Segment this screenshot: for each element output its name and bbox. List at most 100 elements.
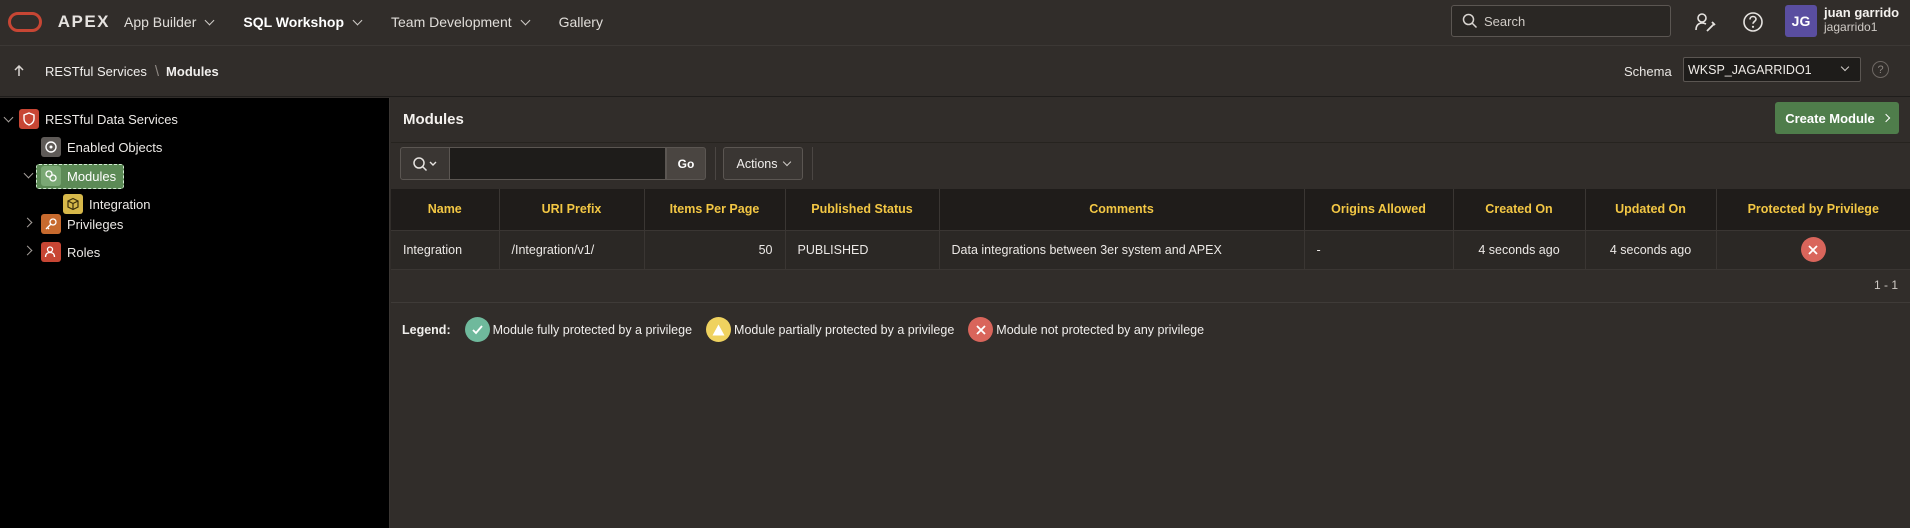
apex-logo[interactable]: APEX [0, 12, 110, 32]
tree-node-modules[interactable]: Modules [41, 164, 116, 188]
nav-team-development-label: Team Development [391, 14, 512, 30]
column-header-comments[interactable]: Comments [939, 189, 1305, 231]
region-title: Modules [403, 111, 464, 128]
column-header-origins-allowed[interactable]: Origins Allowed [1304, 189, 1454, 231]
tree-node-enabled-objects[interactable]: Enabled Objects [41, 135, 162, 159]
table-header-row: Name URI Prefix Items Per Page Published… [391, 189, 1910, 231]
schema-value: WKSP_JAGARRIDO1 [1688, 62, 1812, 77]
tree-node-privileges[interactable]: Privileges [41, 212, 123, 236]
toolbar-divider [715, 147, 716, 180]
user-menu[interactable]: juan garrido jagarrido1 [1824, 5, 1899, 35]
legend-title: Legend: [402, 322, 451, 337]
tree-expand-icon[interactable] [3, 112, 14, 123]
search-column-button[interactable] [400, 147, 450, 180]
breadcrumb-parent[interactable]: RESTful Services [45, 64, 147, 79]
actions-menu-button[interactable]: Actions [723, 147, 803, 180]
tree-label: Modules [67, 168, 117, 184]
avatar[interactable]: JG [1785, 5, 1817, 37]
cell-published-status: PUBLISHED [785, 230, 940, 270]
nav-sql-workshop-label: SQL Workshop [243, 14, 344, 30]
user-username: jagarrido1 [1824, 20, 1878, 34]
table-row: Integration /Integration/v1/ 50 PUBLISHE… [391, 230, 1910, 270]
column-header-created-on[interactable]: Created On [1453, 189, 1586, 231]
column-header-updated-on[interactable]: Updated On [1585, 189, 1717, 231]
legend-partial-label: Module partially protected by a privileg… [734, 322, 955, 337]
divider [391, 302, 1910, 303]
report-search-input[interactable] [450, 147, 666, 180]
chevron-down-icon [352, 15, 363, 25]
modules-table: Name URI Prefix Items Per Page Published… [391, 189, 1910, 270]
close-icon [968, 317, 994, 342]
tree-collapse-icon[interactable] [22, 217, 33, 228]
cube-icon [63, 194, 83, 214]
tree-label: Privileges [67, 216, 124, 232]
search-icon [413, 156, 437, 171]
chevron-down-icon [782, 157, 791, 167]
go-button[interactable]: Go [666, 147, 706, 180]
tree-collapse-icon[interactable] [22, 245, 33, 256]
column-header-published-status[interactable]: Published Status [785, 189, 940, 231]
modules-icon [41, 166, 61, 186]
user-role-icon [41, 242, 61, 262]
column-header-uri-prefix[interactable]: URI Prefix [499, 189, 645, 231]
nav-gallery[interactable]: Gallery [559, 14, 603, 30]
legend: Legend: Module fully protected by a priv… [402, 317, 1218, 342]
cell-origins-allowed: - [1304, 230, 1454, 270]
tree-label: Roles [67, 244, 101, 260]
module-name-link[interactable]: Integration [391, 230, 500, 270]
not-protected-icon [1800, 237, 1826, 262]
key-icon [41, 214, 61, 234]
cell-comments: Data integrations between 3er system and… [939, 230, 1305, 270]
legend-item-partial: Module partially protected by a privileg… [706, 317, 954, 342]
modules-region: Modules Create Module Go Actions Name UR… [391, 98, 1910, 528]
chevron-right-icon [1881, 113, 1891, 123]
nav-gallery-label: Gallery [558, 14, 603, 30]
column-header-name[interactable]: Name [391, 189, 500, 231]
tree-label: Integration [89, 196, 151, 212]
toolbar-divider [812, 147, 813, 180]
cell-uri-prefix: /Integration/v1/ [499, 230, 645, 270]
nav-app-builder[interactable]: App Builder [124, 14, 215, 30]
column-header-items-per-page[interactable]: Items Per Page [644, 189, 786, 231]
pagination-info: 1 - 1 [1873, 278, 1898, 292]
create-module-label: Create Module [1785, 110, 1875, 126]
user-name: juan garrido [1824, 5, 1900, 20]
legend-full-label: Module fully protected by a privilege [492, 322, 693, 337]
global-search[interactable] [1451, 5, 1671, 37]
schema-label: Schema [1624, 64, 1672, 79]
chevron-down-icon [204, 15, 215, 25]
breadcrumb-current: Modules [166, 63, 219, 79]
tree-node-restful-data-services[interactable]: RESTful Data Services [19, 107, 178, 131]
tree-label: Enabled Objects [67, 139, 163, 155]
schema-select[interactable]: WKSP_JAGARRIDO1 [1683, 57, 1861, 82]
tree-expand-icon[interactable] [23, 168, 34, 179]
chevron-down-icon [1840, 62, 1850, 72]
check-icon [464, 317, 490, 342]
restful-tree: RESTful Data Services Enabled Objects Mo… [0, 98, 390, 528]
breadcrumb-separator: \ [154, 62, 160, 80]
cell-items-per-page: 50 [644, 230, 786, 270]
create-module-button[interactable]: Create Module [1775, 102, 1899, 134]
legend-item-none: Module not protected by any privilege [968, 317, 1204, 342]
cell-created-on: 4 seconds ago [1453, 230, 1586, 270]
warning-icon [706, 317, 732, 342]
cell-updated-on: 4 seconds ago [1585, 230, 1717, 270]
main-nav: App Builder SQL Workshop Team Developmen… [124, 14, 633, 30]
nav-app-builder-label: App Builder [124, 14, 197, 30]
tree-node-roles[interactable]: Roles [41, 240, 100, 264]
report-toolbar: Go Actions [391, 142, 1910, 186]
column-header-protected-by-privilege[interactable]: Protected by Privilege [1716, 189, 1910, 231]
nav-sql-workshop[interactable]: SQL Workshop [243, 14, 363, 30]
logo-text: APEX [57, 12, 110, 31]
arrow-up-icon[interactable] [12, 64, 26, 78]
administration-icon[interactable] [1693, 10, 1717, 34]
search-input[interactable] [1484, 13, 1664, 29]
nav-team-development[interactable]: Team Development [391, 14, 531, 30]
breadcrumb: RESTful Services \ Modules Schema WKSP_J… [0, 45, 1910, 97]
chevron-down-icon [520, 15, 531, 25]
tree-label: RESTful Data Services [45, 111, 178, 127]
database-icon [41, 137, 61, 157]
oracle-logo-icon [8, 12, 42, 32]
schema-help-icon[interactable]: ? [1872, 61, 1889, 78]
help-icon[interactable] [1741, 10, 1765, 34]
